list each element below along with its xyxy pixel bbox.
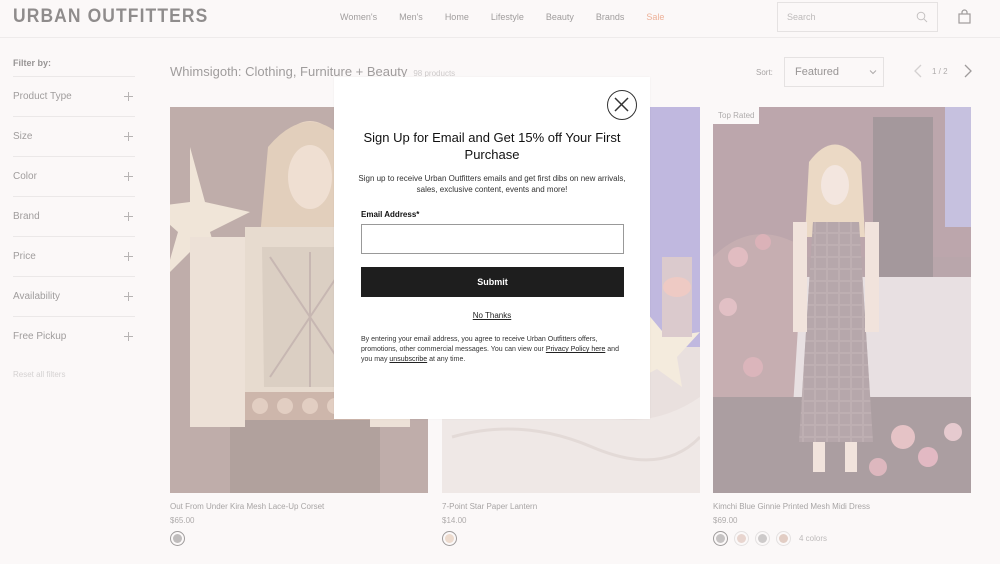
modal-heading: Sign Up for Email and Get 15% off Your F… xyxy=(363,130,621,162)
email-signup-modal: Sign Up for Email and Get 15% off Your F… xyxy=(334,77,650,419)
submit-button[interactable]: Submit xyxy=(361,267,624,297)
close-icon xyxy=(614,97,629,112)
close-button[interactable] xyxy=(607,90,637,120)
legal-text: By entering your email address, you agre… xyxy=(361,335,624,365)
email-label: Email Address* xyxy=(361,210,420,219)
legal-text-part: at any time. xyxy=(427,356,466,363)
unsubscribe-link[interactable]: unsubscribe xyxy=(389,356,427,363)
modal-subtext: Sign up to receive Urban Outfitters emai… xyxy=(358,174,626,194)
no-thanks-link[interactable]: No Thanks xyxy=(334,311,650,320)
email-field[interactable] xyxy=(361,224,624,254)
privacy-policy-link[interactable]: Privacy Policy here xyxy=(546,346,606,353)
